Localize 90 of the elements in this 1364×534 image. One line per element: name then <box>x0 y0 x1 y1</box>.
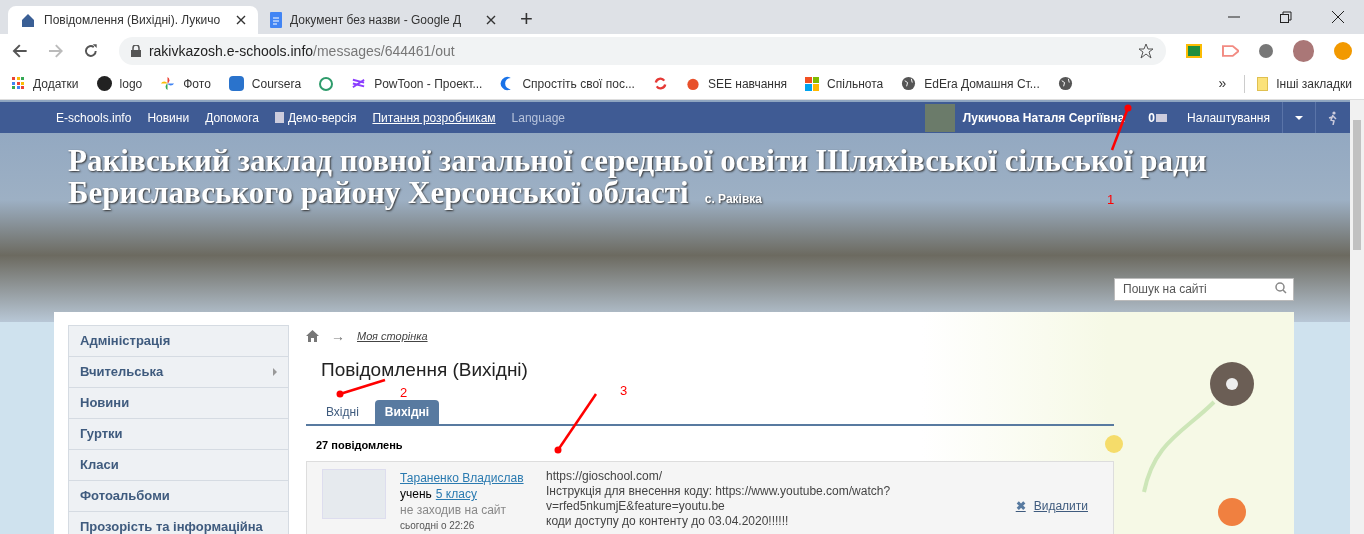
back-icon[interactable] <box>12 43 28 59</box>
more-bookmarks-button[interactable]: » <box>1218 73 1227 94</box>
bookmark[interactable]: EdEra Домашня Ст... <box>901 74 1040 93</box>
settings-link[interactable]: Налаштування <box>1187 108 1270 127</box>
document-icon <box>270 12 282 28</box>
bookmark[interactable]: logo <box>96 74 143 93</box>
alert-icon[interactable] <box>1334 42 1353 60</box>
message-tab[interactable]: Вихідні <box>374 399 440 424</box>
sidebar-item[interactable]: Прозорість та інформаційна <box>68 510 289 534</box>
tab-title: Повідомлення (Вихідні). Лукичо <box>44 12 222 29</box>
infinity-icon <box>228 76 244 91</box>
nav-link[interactable]: Питання розробникам <box>372 108 496 127</box>
close-icon[interactable] <box>236 15 246 25</box>
delete-link[interactable]: ✖ Видалити <box>1015 497 1088 515</box>
browser-tab[interactable]: Документ без назви - Google Д <box>258 6 508 34</box>
nav-link[interactable]: Новини <box>147 108 190 127</box>
site-search-field[interactable]: Пошук на сайті <box>1114 277 1294 301</box>
annotation-number: 3 <box>620 382 628 400</box>
recipient-link[interactable]: Тараненко Владислав <box>400 471 546 486</box>
annotation-number: 1 <box>1107 191 1115 209</box>
nav-link[interactable]: Language <box>511 108 565 127</box>
sidebar-item[interactable]: Класи <box>68 448 289 481</box>
messages-count[interactable]: 0 <box>1148 108 1156 127</box>
bookmark[interactable]: Додатки <box>12 74 79 93</box>
avatar-icon[interactable] <box>1292 40 1315 62</box>
message-tab[interactable]: Вхідні <box>316 399 369 424</box>
user-photo <box>924 103 955 132</box>
bookmark[interactable]: Спільнота <box>805 74 884 93</box>
breadcrumb-arrow: → <box>331 326 345 346</box>
url-text: rakivkazosh.e-schools.info/messages/644461/out <box>148 41 456 61</box>
close-icon[interactable] <box>1332 11 1344 23</box>
wave-icon <box>351 76 367 91</box>
bookmark[interactable] <box>652 76 668 91</box>
message-time: сьогодні о 22:26 <box>400 519 476 533</box>
page-title: Повідомлення (Вихідні) <box>321 358 528 381</box>
search-icon <box>1275 282 1287 294</box>
logo-icon <box>96 76 112 91</box>
lock-icon <box>130 45 141 57</box>
bookmark[interactable]: PowToon - Проект... <box>351 74 483 93</box>
breadcrumb-link[interactable]: Моя сторінка <box>357 327 428 345</box>
restore-icon[interactable] <box>1280 11 1292 23</box>
cross-icon: ✖ <box>1015 497 1026 515</box>
message-text: https://gioschool.com/ Інструкція для внесення коду: https://www.youtube.com/watch? v=rfed5nkumjE&feature=youtu.be коди доступу до контенту до 03.04.2020!!!!!! <box>546 469 892 530</box>
address-bar[interactable]: rakivkazosh.e-schools.info/messages/644461/out <box>118 37 1166 65</box>
class-link[interactable]: 5 класу <box>435 487 477 502</box>
bookmark[interactable]: Фото <box>160 74 211 93</box>
star-icon[interactable] <box>1138 43 1154 59</box>
bookmark[interactable] <box>1057 76 1073 91</box>
face-icon <box>319 76 334 91</box>
apple-icon <box>685 76 700 91</box>
bookmark[interactable]: Інші закладки <box>1244 74 1352 93</box>
sync-icon <box>652 76 668 91</box>
globe-icon <box>901 76 917 91</box>
nav-link[interactable]: Демо-версія <box>274 108 357 127</box>
windows-icon <box>805 76 820 91</box>
bookmark[interactable]: Coursera <box>228 74 302 93</box>
envelope-icon <box>1156 113 1168 122</box>
tab-title: Документ без назви - Google Д <box>290 12 463 29</box>
browser-tab[interactable]: Повідомлення (Вихідні). Лукичо <box>8 6 258 34</box>
play-icon[interactable] <box>1221 44 1240 58</box>
house-icon <box>20 12 36 28</box>
submenu-arrow-icon <box>273 367 277 376</box>
school-title: Бериславського району Херсонської області <box>68 177 689 209</box>
sidebar-item[interactable]: Фотоальбоми <box>68 479 289 512</box>
recipient-role: учень <box>400 487 432 502</box>
school-title: Раківський заклад повної загальної середньої освіти Шляхівської сільської ради <box>68 145 1207 177</box>
last-seen-text: не заходив на сайт <box>400 503 507 518</box>
nav-link[interactable]: E-schools.info <box>56 108 132 127</box>
sidebar-item[interactable]: Вчительська <box>68 355 289 388</box>
message-count: 27 повідомлень <box>316 437 404 453</box>
village-name: с. Ракiвка <box>704 191 762 208</box>
reload-icon[interactable] <box>83 43 99 59</box>
folder-icon <box>1257 76 1269 91</box>
sidebar-item[interactable]: Новини <box>68 386 289 419</box>
sidebar-item[interactable]: Адміністрація <box>68 324 289 357</box>
classroom-icon[interactable] <box>1186 44 1202 58</box>
close-icon[interactable] <box>486 15 496 25</box>
grid-icon <box>274 112 284 123</box>
sidebar-item[interactable]: Гуртки <box>68 417 289 450</box>
avatar-placeholder <box>322 469 386 519</box>
home-icon[interactable] <box>306 330 319 342</box>
new-tab-button[interactable]: + <box>520 8 533 30</box>
nav-link[interactable]: Допомога <box>205 108 259 127</box>
annotation-number: 2 <box>400 384 408 402</box>
bookmark[interactable]: SEE навчання <box>685 74 788 93</box>
bookmark[interactable]: Спростіть свої пос... <box>500 74 635 93</box>
pinwheel-icon <box>160 76 176 91</box>
globe-icon <box>1057 76 1073 91</box>
apps-icon <box>12 77 25 90</box>
bookmark[interactable] <box>319 76 334 91</box>
